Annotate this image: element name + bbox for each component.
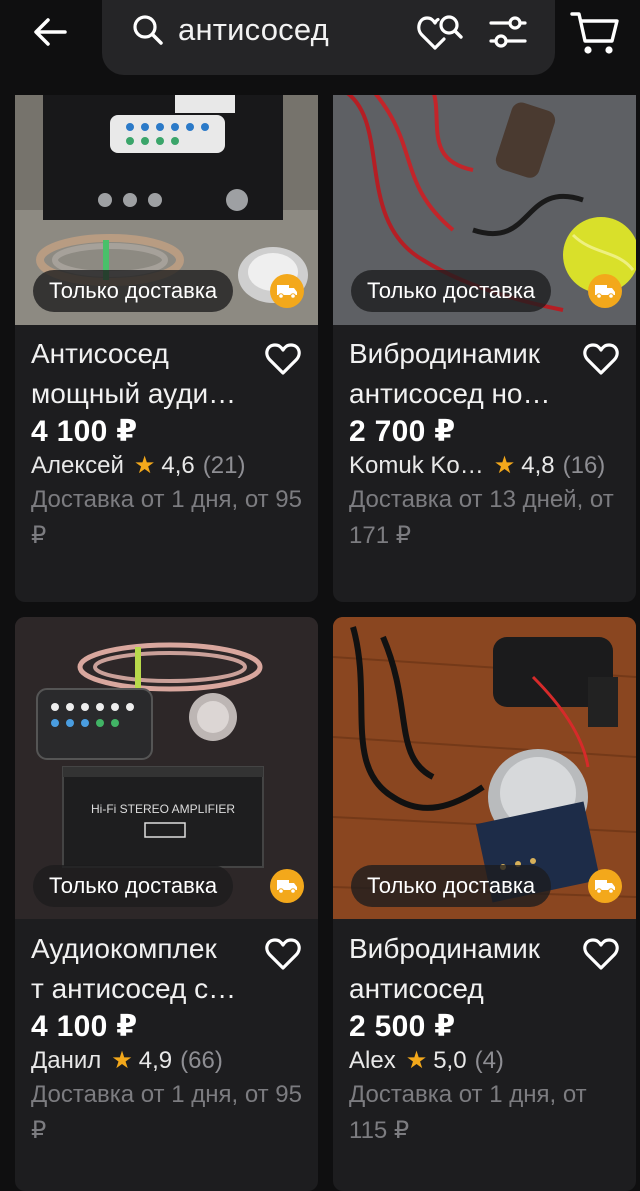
product-title[interactable]: Антисосед мощный ауди… xyxy=(31,334,261,414)
delivery-only-badge: Только доставка xyxy=(33,865,234,907)
seller-name[interactable]: Komuk Ko… xyxy=(349,452,484,480)
star-icon: ★ xyxy=(133,452,156,479)
seller-name[interactable]: Alex xyxy=(349,1047,396,1075)
heart-icon[interactable] xyxy=(265,937,301,971)
cart-icon[interactable] xyxy=(568,8,620,58)
arrow-left-icon xyxy=(34,18,67,46)
back-button[interactable] xyxy=(28,10,72,54)
search-query-text[interactable]: антисосед xyxy=(178,12,329,48)
review-count: (21) xyxy=(202,451,246,479)
heart-icon[interactable] xyxy=(583,937,619,971)
product-price: 2 700 ₽ xyxy=(349,415,456,448)
seller-rating-row: Данил ★ 4,9 (66) xyxy=(31,1046,223,1075)
delivery-info: Доставка от 13 дней, от 171 ₽ xyxy=(349,486,614,549)
delivery-only-badge: Только доставка xyxy=(33,270,234,312)
product-title[interactable]: Аудиокомплек т антисосед с… xyxy=(31,929,261,1009)
delivery-info: Доставка от 1 дня, от 95 ₽ xyxy=(31,1081,302,1144)
search-icon xyxy=(133,15,163,45)
delivery-info: Доставка от 1 дня, от 115 ₽ xyxy=(349,1081,587,1144)
truck-icon xyxy=(270,869,304,903)
star-icon: ★ xyxy=(493,452,516,479)
star-icon: ★ xyxy=(405,1047,428,1074)
svg-text:Hi-Fi STEREO AMPLIFIER: Hi-Fi STEREO AMPLIFIER xyxy=(91,802,235,816)
heart-icon[interactable] xyxy=(583,342,619,376)
product-title[interactable]: Вибродинамик антисосед но… xyxy=(349,334,579,414)
review-count: (16) xyxy=(562,451,606,479)
rating-value: 5,0 xyxy=(433,1046,467,1074)
truck-icon xyxy=(588,274,622,308)
seller-rating-row: Алексей ★ 4,6 (21) xyxy=(31,451,245,480)
delivery-only-badge: Только доставка xyxy=(351,270,552,312)
delivery-only-badge: Только доставка xyxy=(351,865,552,907)
product-card[interactable]: Hi-Fi STEREO AMPLIFIER Только доставка А… xyxy=(15,617,318,1191)
product-title[interactable]: Вибродинамик антисосед xyxy=(349,929,579,1009)
product-price: 2 500 ₽ xyxy=(349,1010,456,1043)
product-card[interactable]: Только доставка Антисосед мощный ауди… 4… xyxy=(15,60,318,602)
product-price: 4 100 ₽ xyxy=(31,1010,138,1043)
search-input[interactable]: антисосед xyxy=(102,0,555,75)
seller-rating-row: Komuk Ko… ★ 4,8 (16) xyxy=(349,451,605,480)
product-card[interactable]: Только доставка Вибродинамик антисосед н… xyxy=(333,60,636,602)
rating-value: 4,8 xyxy=(521,451,555,479)
review-count: (66) xyxy=(180,1046,223,1074)
product-card[interactable]: Только доставка Вибродинамик антисосед 2… xyxy=(333,617,636,1191)
rating-value: 4,6 xyxy=(161,451,195,479)
truck-icon xyxy=(270,274,304,308)
star-icon: ★ xyxy=(111,1047,133,1074)
heart-icon[interactable] xyxy=(265,342,301,376)
sliders-icon[interactable] xyxy=(488,12,528,52)
seller-name[interactable]: Данил xyxy=(31,1047,101,1075)
seller-rating-row: Alex ★ 5,0 (4) xyxy=(349,1046,504,1075)
rating-value: 4,9 xyxy=(138,1046,173,1074)
top-bar: антисосед xyxy=(0,0,640,95)
delivery-info: Доставка от 1 дня, от 95 ₽ xyxy=(31,486,302,549)
product-price: 4 100 ₽ xyxy=(31,415,138,448)
seller-name[interactable]: Алексей xyxy=(31,452,124,480)
heart-search-icon[interactable] xyxy=(417,10,465,52)
review-count: (4) xyxy=(474,1046,504,1074)
truck-icon xyxy=(588,869,622,903)
